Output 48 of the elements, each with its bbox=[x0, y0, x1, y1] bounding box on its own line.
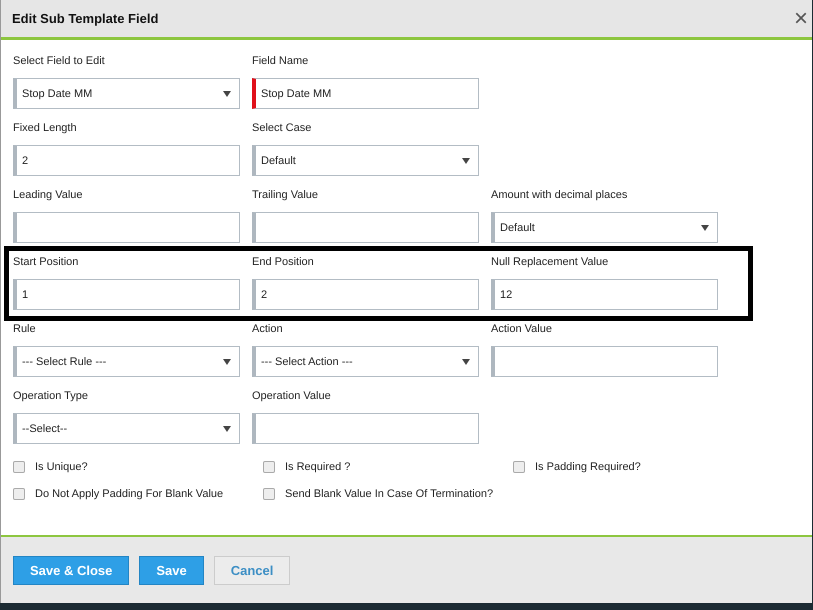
input-field[interactable]: 12 bbox=[491, 279, 718, 310]
field-label: Action Value bbox=[491, 322, 553, 337]
input-field[interactable] bbox=[491, 346, 718, 377]
caret-icon bbox=[462, 158, 470, 164]
caret-icon bbox=[223, 358, 231, 364]
checkbox[interactable] bbox=[513, 461, 525, 473]
checkbox-label: Send Blank Value In Case Of Termination? bbox=[285, 488, 494, 500]
checkbox[interactable] bbox=[13, 461, 25, 473]
field-label: Null Replacement Value bbox=[491, 255, 610, 270]
field-label: Field Name bbox=[252, 54, 310, 69]
checkbox-label: Do Not Apply Padding For Blank Value bbox=[35, 488, 224, 500]
close-button[interactable]: × bbox=[790, 6, 812, 30]
checkbox-label: Is Unique? bbox=[35, 461, 88, 473]
input-field[interactable]: 1 bbox=[13, 279, 240, 310]
dialog-title: Edit Sub Template Field bbox=[12, 11, 158, 26]
field-label: Operation Type bbox=[13, 389, 90, 404]
dropdown-field[interactable]: Stop Date MM bbox=[13, 78, 240, 109]
input-field[interactable] bbox=[13, 212, 240, 243]
checkbox[interactable] bbox=[263, 488, 275, 500]
field-label: Select Field to Edit bbox=[13, 54, 106, 69]
dropdown-field[interactable]: --- Select Action --- bbox=[252, 346, 479, 377]
field-label: Leading Value bbox=[13, 188, 84, 203]
input-field[interactable] bbox=[252, 212, 479, 243]
field-label: Amount with decimal places bbox=[491, 188, 628, 203]
dropdown-field[interactable]: --- Select Rule --- bbox=[13, 346, 240, 377]
field-label: Rule bbox=[13, 322, 37, 337]
field-label: Fixed Length bbox=[13, 121, 78, 136]
caret-icon bbox=[701, 224, 709, 230]
checkbox[interactable] bbox=[13, 488, 25, 500]
field-label: Start Position bbox=[13, 255, 80, 270]
field-label: Operation Value bbox=[252, 389, 332, 404]
field-label: Select Case bbox=[252, 121, 312, 136]
input-field[interactable]: 2 bbox=[13, 145, 240, 176]
caret-icon bbox=[223, 426, 231, 432]
field-label: End Position bbox=[252, 255, 315, 270]
input-field[interactable]: Stop Date MM bbox=[252, 78, 479, 109]
checkbox[interactable] bbox=[263, 461, 275, 473]
input-field[interactable]: 2 bbox=[252, 279, 479, 310]
field-label: Trailing Value bbox=[252, 188, 320, 203]
input-field[interactable] bbox=[252, 413, 479, 444]
checkbox-label: Is Required ? bbox=[285, 461, 350, 473]
checkbox-label: Is Padding Required? bbox=[535, 461, 641, 473]
dropdown-field[interactable]: --Select-- bbox=[13, 413, 240, 444]
caret-icon bbox=[223, 90, 231, 96]
dropdown-field[interactable]: Default bbox=[252, 145, 479, 176]
dropdown-field[interactable]: Default bbox=[491, 212, 718, 243]
field-label: Action bbox=[252, 322, 284, 337]
caret-icon bbox=[462, 358, 470, 364]
